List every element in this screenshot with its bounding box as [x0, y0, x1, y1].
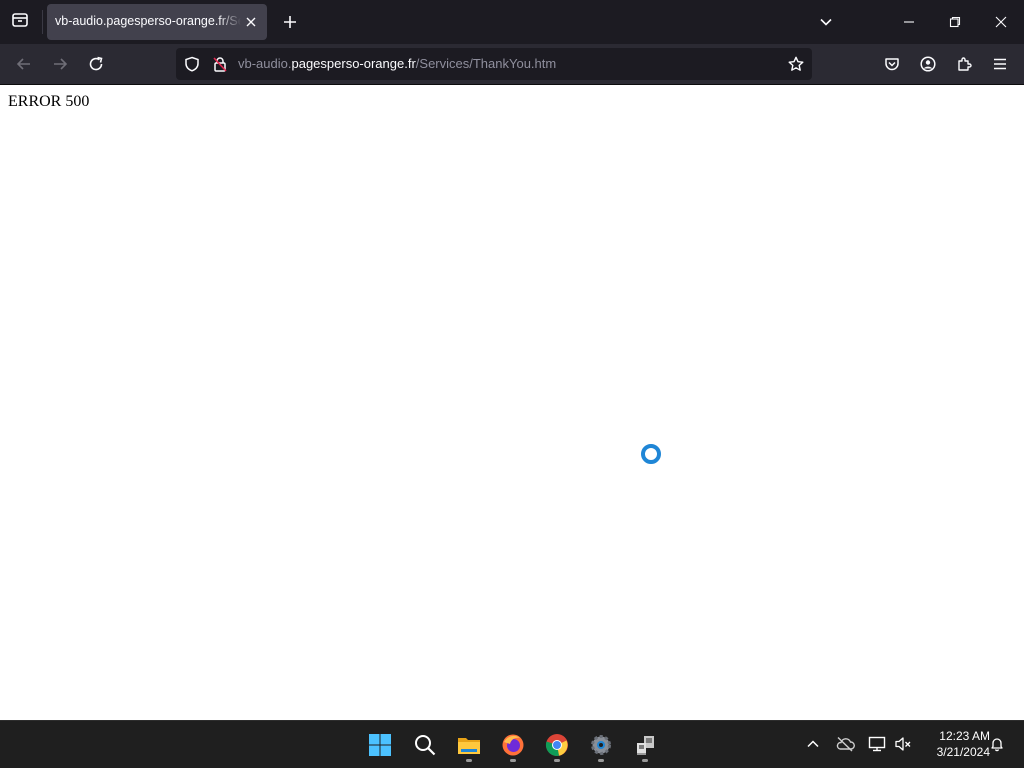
search-button[interactable]	[407, 727, 443, 763]
computer-network-icon	[637, 736, 654, 755]
bell-icon	[991, 738, 1003, 752]
page-content: ERROR 500	[0, 85, 1024, 720]
settings-button[interactable]	[583, 727, 619, 763]
plus-icon	[284, 16, 296, 28]
reload-icon	[89, 56, 103, 71]
loading-spinner-icon	[641, 444, 661, 464]
search-icon	[415, 735, 436, 756]
minimize-icon	[904, 21, 914, 23]
restore-button[interactable]	[932, 0, 978, 44]
file-explorer-button[interactable]	[451, 727, 487, 763]
volume-muted-icon	[895, 737, 911, 751]
hamburger-icon	[994, 58, 1006, 70]
volume-tray-button[interactable]	[892, 733, 914, 755]
bookmark-button[interactable]	[786, 54, 806, 74]
star-icon	[788, 56, 804, 71]
tab-strip: vb-audio.pagesperso-orange.fr/Services/T…	[0, 0, 1024, 44]
chrome-button[interactable]	[539, 727, 575, 763]
url-prefix: vb-audio.	[238, 56, 292, 71]
windows-logo-icon	[369, 734, 391, 756]
account-icon	[920, 56, 936, 72]
notifications-button[interactable]	[986, 733, 1008, 755]
tracking-protection-button[interactable]	[182, 54, 202, 74]
chevron-down-icon	[820, 18, 832, 26]
reload-button[interactable]	[82, 50, 110, 78]
new-tab-button[interactable]	[278, 10, 302, 34]
restore-icon	[949, 16, 961, 28]
forward-button[interactable]	[46, 50, 74, 78]
tab-separator	[42, 10, 43, 34]
network-tray-button[interactable]	[866, 733, 888, 755]
tab-close-button[interactable]	[241, 12, 261, 32]
clock-time: 12:23 AM	[939, 729, 990, 743]
tab-title: vb-audio.pagesperso-orange.fr/Services/T…	[55, 14, 241, 28]
shield-icon	[185, 56, 199, 72]
tab-active[interactable]: vb-audio.pagesperso-orange.fr/Services/T…	[47, 4, 267, 40]
error-message: ERROR 500	[8, 93, 90, 110]
arrow-right-icon	[54, 58, 68, 70]
network-app-button[interactable]	[627, 727, 663, 763]
chrome-icon	[545, 734, 568, 756]
running-indicator	[598, 759, 604, 762]
running-indicator	[510, 759, 516, 762]
gear-icon	[591, 735, 611, 755]
account-button[interactable]	[914, 50, 942, 78]
start-button[interactable]	[362, 727, 398, 763]
arrow-left-icon	[16, 58, 30, 70]
onedrive-tray-button[interactable]	[834, 733, 856, 755]
firefox-view-icon	[11, 11, 29, 33]
chevron-up-icon	[807, 740, 819, 748]
firefox-button[interactable]	[495, 727, 531, 763]
back-button[interactable]	[10, 50, 38, 78]
url-text[interactable]: vb-audio.pagesperso-orange.fr/Services/T…	[238, 56, 556, 74]
running-indicator	[642, 759, 648, 762]
pocket-button[interactable]	[878, 50, 906, 78]
url-path: /Services/ThankYou.htm	[415, 56, 557, 71]
running-indicator	[466, 759, 472, 762]
list-all-tabs-button[interactable]	[814, 10, 838, 34]
site-security-button[interactable]	[210, 54, 230, 74]
system-clock[interactable]: 12:23 AM 3/21/2024	[918, 728, 990, 760]
clock-date: 3/21/2024	[936, 745, 990, 759]
folder-icon	[458, 738, 480, 754]
close-icon	[995, 16, 1007, 28]
minimize-button[interactable]	[886, 0, 932, 44]
window-close-button[interactable]	[978, 0, 1024, 44]
url-bar[interactable]: vb-audio.pagesperso-orange.fr/Services/T…	[176, 48, 812, 80]
close-icon	[246, 17, 256, 27]
firefox-icon	[502, 734, 524, 756]
network-icon	[868, 736, 886, 752]
cloud-offline-icon	[836, 736, 855, 752]
firefox-view-button[interactable]	[6, 8, 34, 36]
navigation-toolbar: vb-audio.pagesperso-orange.fr/Services/T…	[0, 44, 1024, 85]
taskbar: 12:23 AM 3/21/2024	[0, 720, 1024, 768]
url-host: pagesperso-orange.fr	[291, 56, 416, 71]
lock-warning-icon	[213, 57, 227, 72]
show-hidden-icons-button[interactable]	[802, 733, 824, 755]
extensions-button[interactable]	[950, 50, 978, 78]
app-menu-button[interactable]	[986, 50, 1014, 78]
puzzle-icon	[958, 57, 972, 71]
pocket-icon	[885, 58, 899, 71]
running-indicator	[554, 759, 560, 762]
